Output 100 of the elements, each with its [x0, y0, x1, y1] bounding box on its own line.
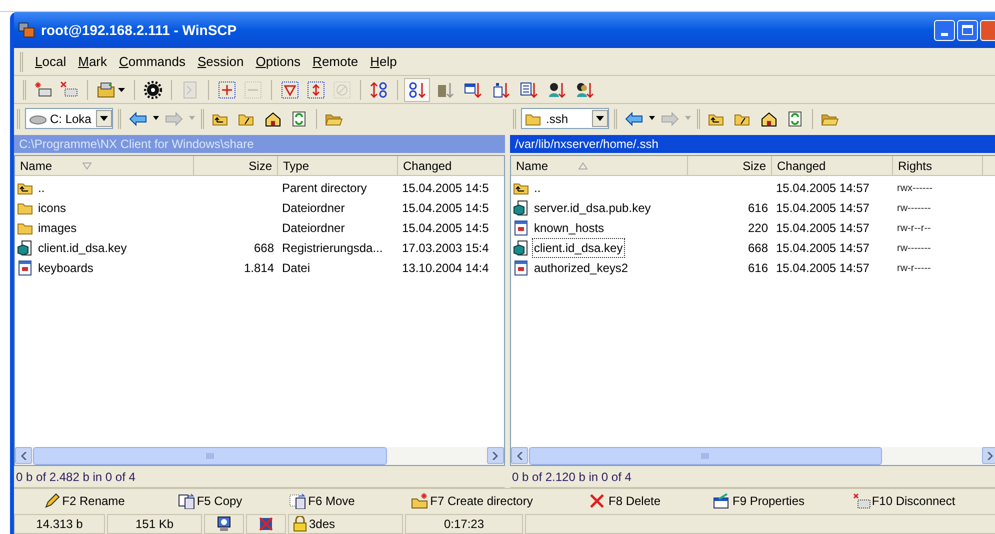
sort-page-icon [492, 80, 510, 98]
menu-item[interactable]: Remote [306, 52, 364, 72]
table-cell-text: 13.10.2004 14:4 [402, 260, 489, 277]
move-pages-icon [289, 492, 308, 508]
menu-item[interactable]: Mark [72, 52, 113, 72]
grip-icon [701, 453, 710, 459]
file-name[interactable]: client.id_dsa.key [37, 239, 128, 257]
table-cell-text: 15.04.2005 14:5 [402, 220, 489, 237]
column-header[interactable]: Type [278, 156, 398, 176]
menu-item[interactable]: Options [250, 52, 307, 72]
grip-icon [206, 453, 214, 459]
command-button[interactable]: F10 Disconnect [834, 490, 974, 512]
column-header[interactable]: Name [511, 156, 688, 176]
caret-icon [152, 116, 160, 121]
file-name[interactable]: authorized_keys2 [533, 259, 630, 277]
table-cell-text: Dateiordner [282, 220, 345, 237]
column-header[interactable]: Changed [772, 156, 893, 176]
close-button[interactable] [980, 20, 995, 40]
padlock-icon [293, 516, 307, 532]
file-name[interactable]: .. [533, 179, 542, 197]
table-cell-text: 220 [748, 220, 768, 237]
menu-item[interactable]: Local [29, 52, 72, 72]
file-name[interactable]: client.id_dsa.key [533, 239, 624, 257]
table-cell-text: 1.814 [244, 260, 274, 277]
table-cell-text: Datei [282, 260, 310, 277]
status-field: 3des [288, 514, 403, 534]
minus-icon [244, 80, 262, 98]
table-cell-text: 616 [748, 200, 768, 217]
table-cell-text: 15.04.2005 14:5 [402, 200, 489, 217]
computer-icon [216, 516, 232, 532]
refresh-icon [290, 110, 308, 126]
caret-icon [188, 116, 196, 121]
command-button[interactable]: F8 Delete [566, 490, 684, 512]
status-field: 0:17:23 [405, 514, 523, 534]
panel-status: 0 b of 2.120 b in 0 of 4 [512, 468, 632, 486]
table-cell-text: 15.04.2005 14:57 [776, 180, 870, 197]
command-button[interactable]: F2 Rename [14, 490, 154, 512]
folder-computer-icon [97, 80, 115, 98]
filter-icon [281, 80, 299, 98]
drive-dropdown[interactable]: .ssh [521, 108, 609, 129]
gear-icon [144, 80, 162, 98]
caret-icon [648, 116, 656, 121]
sort-list-icon [520, 80, 538, 98]
panel-status: 0 b of 2.482 b in 0 of 4 [16, 468, 136, 486]
drive-dropdown[interactable]: C: Loka [25, 108, 113, 129]
menu-item[interactable]: Help [364, 52, 403, 72]
menu-item[interactable]: Commands [113, 52, 192, 72]
sort-calendar-icon [464, 80, 482, 98]
circle-slash-icon [333, 80, 351, 98]
command-button[interactable]: F9 Properties [684, 490, 834, 512]
minimize-button[interactable] [934, 20, 955, 40]
status-field: 14.313 b [14, 514, 105, 534]
path-bar: /var/lib/nxserver/home/.ssh [510, 135, 995, 153]
home-icon [264, 110, 282, 126]
table-cell-text: Parent directory [282, 180, 367, 197]
properties-icon [713, 492, 732, 508]
command-button[interactable]: F7 Create directory [378, 490, 566, 512]
caret-icon [118, 88, 125, 92]
table-cell-text: 668 [254, 240, 274, 257]
window-title: root@192.168.2.111 - WinSCP [41, 20, 237, 40]
app-icon [18, 22, 36, 38]
file-name[interactable]: icons [37, 199, 68, 217]
file-name[interactable]: keyboards [37, 259, 94, 277]
back-icon [129, 110, 147, 126]
maximize-button[interactable] [957, 20, 978, 40]
table-cell-text: rw------- [897, 202, 931, 216]
forward-icon [165, 110, 183, 126]
column-header[interactable]: Size [194, 156, 278, 176]
file-name[interactable]: server.id_dsa.pub.key [533, 199, 652, 217]
command-button[interactable]: F6 Move [266, 490, 378, 512]
sort-people-icon [576, 80, 594, 98]
table-cell-text: 17.03.2003 15:4 [402, 240, 489, 257]
menu-item[interactable]: Session [191, 52, 250, 72]
file-name[interactable]: known_hosts [533, 219, 606, 237]
command-button[interactable]: F5 Copy [154, 490, 266, 512]
table-cell-text: 15.04.2005 14:57 [776, 240, 870, 257]
table-cell-text: 15.04.2005 14:5 [402, 180, 489, 197]
sort-arrows-icon [370, 80, 388, 98]
horizontal-scrollbar[interactable] [15, 447, 504, 465]
column-header[interactable]: Name [15, 156, 194, 176]
column-header[interactable]: Rights [893, 156, 983, 176]
copy-pages-icon [178, 492, 196, 508]
column-header[interactable]: Size [688, 156, 772, 176]
sort-blocks-icon [436, 80, 454, 98]
back-icon [625, 110, 643, 126]
caret-icon [684, 116, 692, 121]
sort-letters-icon [408, 80, 426, 98]
table-cell-text: rwx------ [897, 182, 933, 196]
plus-icon [218, 80, 236, 98]
forward-icon [661, 110, 679, 126]
table-cell-text: Dateiordner [282, 200, 345, 217]
table-cell-text: 668 [748, 240, 768, 257]
horizontal-scrollbar[interactable] [511, 447, 995, 465]
sort-button[interactable] [404, 78, 430, 102]
table-cell-text: rw-r--r-- [897, 222, 931, 236]
terminal-icon [181, 80, 199, 98]
file-name[interactable]: .. [37, 179, 46, 197]
file-name[interactable]: images [37, 219, 78, 237]
table-cell-text: 15.04.2005 14:57 [776, 200, 870, 217]
caret-icon [596, 116, 604, 121]
